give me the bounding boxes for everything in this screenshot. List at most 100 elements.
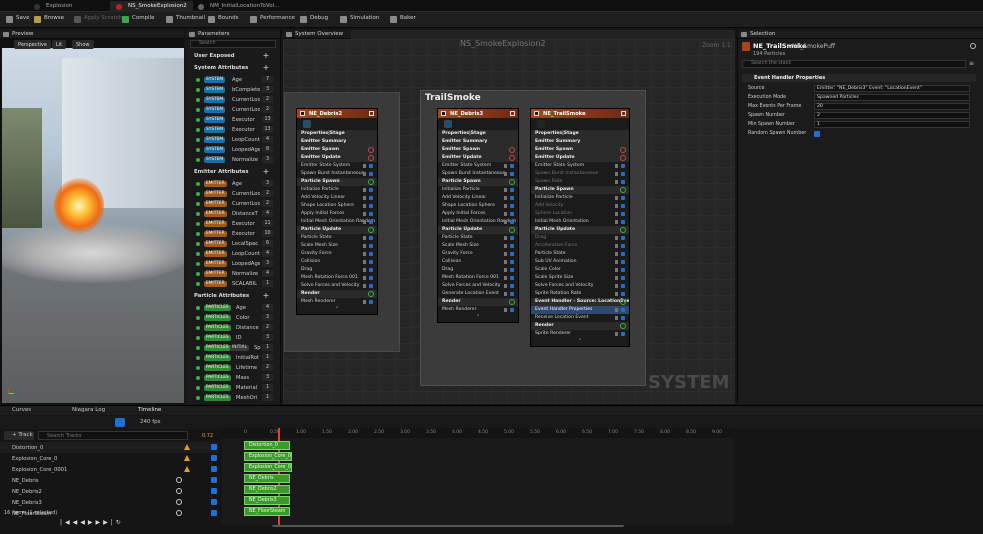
stack-row[interactable]: Drag bbox=[297, 266, 377, 274]
stack-row[interactable]: Properties|Stage bbox=[297, 130, 377, 138]
module-enabled-checkbox[interactable] bbox=[369, 196, 373, 200]
stack-row[interactable]: Emitter Spawn bbox=[297, 146, 377, 154]
stack-row[interactable]: Add Velocity Linear bbox=[297, 194, 377, 202]
module-enabled-checkbox[interactable] bbox=[510, 252, 514, 256]
module-enabled-checkbox[interactable] bbox=[510, 284, 514, 288]
add-track-button[interactable]: + Track bbox=[4, 431, 34, 440]
stack-row[interactable]: Initial Mesh Orientation bbox=[531, 218, 629, 226]
stack-row[interactable]: Initialize Particle bbox=[297, 186, 377, 194]
stack-row[interactable]: Spawn Burst Instantaneous bbox=[297, 170, 377, 178]
parameter-row[interactable]: SYSTEM bComplete 3 bbox=[186, 85, 280, 95]
stack-row[interactable]: Add Velocity Linear bbox=[438, 194, 518, 202]
parameter-row[interactable]: EMITTER LocalSpac 6 bbox=[186, 239, 280, 249]
add-module-icon[interactable] bbox=[620, 227, 626, 233]
module-enabled-checkbox[interactable] bbox=[621, 236, 625, 240]
module-enabled-checkbox[interactable] bbox=[369, 260, 373, 264]
add-module-icon[interactable] bbox=[620, 155, 626, 161]
emitter-attributes-section[interactable]: Emitter Attributes + bbox=[186, 167, 280, 177]
timeline-bar[interactable]: Explosion_Core_000 bbox=[244, 463, 292, 472]
user-exposed-section[interactable]: User Exposed + bbox=[186, 51, 280, 61]
module-enabled-checkbox[interactable] bbox=[510, 244, 514, 248]
module-enabled-checkbox[interactable] bbox=[621, 172, 625, 176]
add-module-icon[interactable] bbox=[368, 227, 374, 233]
stack-row[interactable]: Mesh Renderer bbox=[438, 306, 518, 314]
gear-icon[interactable] bbox=[970, 43, 976, 49]
parameter-row[interactable]: EMITTER CurrentLoo 2 bbox=[186, 189, 280, 199]
stack-row[interactable]: Emitter Update bbox=[438, 154, 518, 162]
preview-icon[interactable] bbox=[510, 111, 515, 116]
stack-row[interactable]: Receive Location Event bbox=[531, 314, 629, 322]
track-enabled-checkbox[interactable] bbox=[211, 455, 217, 461]
stack-row[interactable]: Spawn Burst Instantaneous bbox=[531, 170, 629, 178]
tab-nm-initiallocation[interactable]: NM_InitialLocationToVol... bbox=[192, 1, 285, 12]
enable-checkbox[interactable] bbox=[534, 111, 539, 116]
system-attributes-section[interactable]: System Attributes + bbox=[186, 63, 280, 73]
stack-row[interactable]: Solve Forces and Velocity bbox=[438, 282, 518, 290]
add-module-icon[interactable] bbox=[368, 179, 374, 185]
module-enabled-checkbox[interactable] bbox=[621, 196, 625, 200]
module-enabled-checkbox[interactable] bbox=[510, 292, 514, 296]
stack-row[interactable]: Scale Mesh Size bbox=[438, 242, 518, 250]
parameter-row[interactable]: EMITTER CurrentLoo 2 bbox=[186, 199, 280, 209]
property-value-field[interactable]: 20 bbox=[814, 103, 970, 110]
save-button[interactable]: Save bbox=[6, 15, 30, 25]
stack-row[interactable]: Drag bbox=[531, 234, 629, 242]
stack-row[interactable]: Initialize Particle bbox=[531, 194, 629, 202]
stack-row[interactable]: Collision bbox=[438, 258, 518, 266]
track-enabled-checkbox[interactable] bbox=[211, 510, 217, 516]
emitter-node[interactable]: NE_Debris3 Properties|Stage Emitter Summar… bbox=[437, 108, 519, 323]
module-enabled-checkbox[interactable] bbox=[510, 268, 514, 272]
add-parameter-icon[interactable]: + bbox=[262, 52, 270, 60]
module-enabled-checkbox[interactable] bbox=[510, 276, 514, 280]
compile-button[interactable]: Compile bbox=[122, 15, 155, 25]
add-parameter-icon[interactable]: + bbox=[262, 168, 270, 176]
performance-button[interactable]: Performance bbox=[250, 15, 295, 25]
enable-checkbox[interactable] bbox=[300, 111, 305, 116]
stack-row[interactable]: Emitter State System bbox=[297, 162, 377, 170]
parameter-row[interactable]: EMITTER Executor 10 bbox=[186, 229, 280, 239]
module-enabled-checkbox[interactable] bbox=[369, 252, 373, 256]
preview-icon[interactable] bbox=[621, 111, 626, 116]
stack-row[interactable]: Particle Update bbox=[531, 226, 629, 234]
add-module-icon[interactable] bbox=[620, 187, 626, 193]
module-enabled-checkbox[interactable] bbox=[621, 316, 625, 320]
fps-selector[interactable]: 240 fps bbox=[140, 419, 161, 425]
event-handler-properties-header[interactable]: Event Handler Properties bbox=[742, 74, 976, 82]
stack-row[interactable]: Scale Mesh Size bbox=[297, 242, 377, 250]
lit-button[interactable]: Lit bbox=[52, 40, 67, 49]
tab-explosion[interactable]: Explosion bbox=[28, 1, 78, 12]
stack-row[interactable]: Particle Update bbox=[297, 226, 377, 234]
apply-scratch-button[interactable]: Apply Scratch bbox=[74, 15, 122, 25]
property-value-field[interactable]: Spawned Particles bbox=[814, 94, 970, 101]
add-module-icon[interactable] bbox=[620, 299, 626, 305]
stack-row[interactable]: Acceleration Force bbox=[531, 242, 629, 250]
module-enabled-checkbox[interactable] bbox=[369, 220, 373, 224]
stack-row[interactable]: Particle Spawn bbox=[297, 178, 377, 186]
emitter-node-header[interactable]: NE_Debris2 bbox=[297, 109, 377, 118]
module-enabled-checkbox[interactable] bbox=[510, 212, 514, 216]
track-enabled-checkbox[interactable] bbox=[211, 444, 217, 450]
add-module-icon[interactable] bbox=[509, 147, 515, 153]
stack-row[interactable]: Sprite Renderer bbox=[531, 330, 629, 338]
stack-row[interactable]: Initialize Particle bbox=[438, 186, 518, 194]
track-row[interactable]: NE_Debris2 bbox=[0, 486, 218, 497]
playback-controls[interactable]: |◀◀◀▶▶▶|↻ bbox=[60, 519, 168, 528]
stack-row[interactable]: Solve Forces and Velocity bbox=[531, 282, 629, 290]
baker-button[interactable]: Baker bbox=[390, 15, 416, 25]
parameter-row[interactable]: PARTICLES Lifetime 2 bbox=[186, 363, 280, 373]
stack-row[interactable]: Gravity Force bbox=[438, 250, 518, 258]
stack-row[interactable]: Mesh Renderer bbox=[297, 298, 377, 306]
module-enabled-checkbox[interactable] bbox=[369, 300, 373, 304]
module-enabled-checkbox[interactable] bbox=[510, 172, 514, 176]
stack-row[interactable]: Event Handler - Source: LocationEvent bbox=[531, 298, 629, 306]
parameter-row[interactable]: PARTICLES MeshOri 1 bbox=[186, 393, 280, 403]
stack-row[interactable]: Shape Location Sphere bbox=[438, 202, 518, 210]
parameter-row[interactable]: EMITTER DistanceT 4 bbox=[186, 209, 280, 219]
collapse-chevron-icon[interactable]: ⌃ bbox=[297, 306, 377, 314]
parameter-row[interactable]: PARTICLES Color 3 bbox=[186, 313, 280, 323]
stack-row[interactable]: Spawn Rate bbox=[531, 178, 629, 186]
parameter-row[interactable]: PARTICLES InitialRot 1 bbox=[186, 353, 280, 363]
parameter-row[interactable]: SYSTEM Age 7 bbox=[186, 75, 280, 85]
property-value-field[interactable]: Emitter: "NE_Debris3" Event: "LocationEv… bbox=[814, 85, 970, 92]
tab-timeline[interactable]: Timeline bbox=[138, 407, 161, 413]
